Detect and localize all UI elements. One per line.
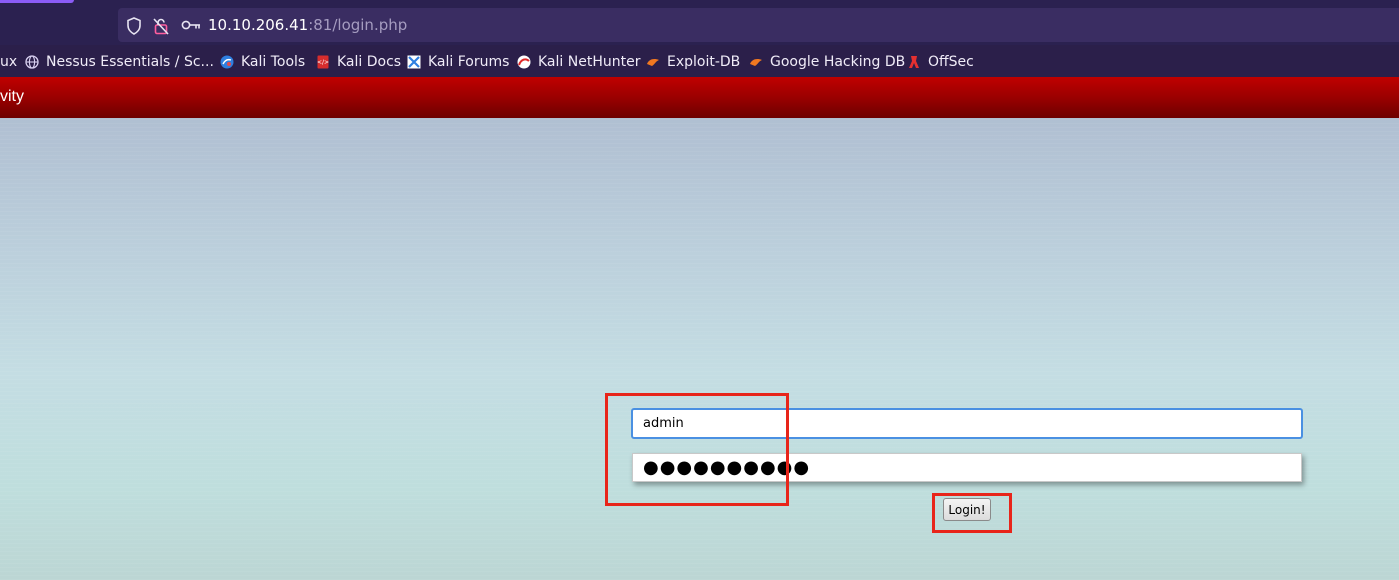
bookmark-kali-docs[interactable]: </> Kali Docs [316,53,401,71]
password-input[interactable] [632,453,1302,482]
url-text[interactable]: 10.10.206.41:81/login.php [208,16,407,34]
bookmark-label: Exploit-DB [667,54,741,70]
url-host: 10.10.206.41 [208,16,309,34]
bookmark-label: Kali Tools [241,54,306,70]
exploit-db-icon [647,59,659,66]
kali-forums-icon [407,55,421,69]
bookmark-label: Google Hacking DB [770,54,906,70]
globe-icon [25,55,39,69]
site-navbar: vity [0,77,1399,118]
bookmark-label: Kali Forums [428,54,510,70]
page-background [0,118,1399,580]
browser-toolbar: 10.10.206.41:81/login.php [0,0,1399,45]
kali-docs-icon: </> [317,55,329,69]
bookmarks-toolbar: ux Nessus Essentials / Sc... Kali Tools … [0,45,1399,77]
site-nav-text[interactable]: vity [0,88,24,106]
bookmark-label: OffSec [928,54,974,70]
login-button[interactable]: Login! [943,498,991,521]
svg-text:</>: </> [317,59,329,66]
active-tab-indicator[interactable] [0,0,74,3]
bookmark-ux[interactable]: ux [0,53,17,71]
offsec-icon [909,56,919,68]
bookmark-offsec[interactable]: OffSec [907,53,974,71]
bookmark-kali-tools[interactable]: Kali Tools [220,53,305,71]
bookmark-kali-forums[interactable]: Kali Forums [407,53,509,71]
key-icon[interactable] [181,19,201,31]
ghdb-icon [750,59,762,66]
bookmark-label: Nessus Essentials / Sc... [46,54,214,70]
bookmark-exploit-db[interactable]: Exploit-DB [646,53,740,71]
url-path: :81/login.php [308,16,408,34]
bookmark-kali-nethunter[interactable]: Kali NetHunter [517,53,640,71]
bookmark-label: Kali Docs [337,54,402,70]
username-input[interactable] [631,408,1303,439]
bookmark-google-hacking-db[interactable]: Google Hacking DB [749,53,905,71]
shield-icon[interactable] [126,17,142,35]
lock-slash-icon[interactable] [153,17,169,35]
kali-tools-icon [220,55,234,69]
kali-nethunter-icon [517,55,531,69]
bookmark-nessus[interactable]: Nessus Essentials / Sc... [25,53,214,71]
bookmark-label: ux [0,54,18,70]
bookmark-label: Kali NetHunter [538,54,641,70]
